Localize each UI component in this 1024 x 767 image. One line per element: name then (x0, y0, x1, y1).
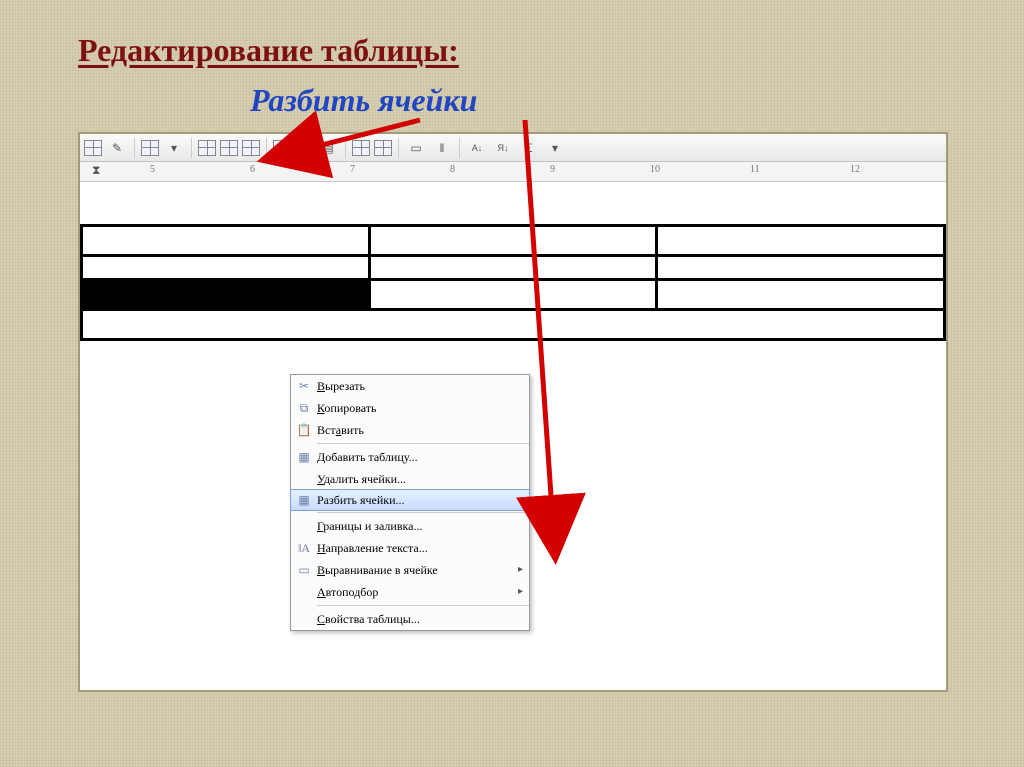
menu-item-label: Направление текста... (317, 542, 511, 554)
table-insert-icon[interactable] (220, 140, 238, 156)
table-cell (657, 256, 945, 280)
ruler-tick: 11 (750, 165, 760, 175)
menu-item-label: Границы и заливка... (317, 520, 511, 532)
align-cell-icon: ▭ (291, 564, 317, 576)
autosum-icon[interactable]: Σ (518, 137, 540, 159)
table-icon[interactable] (84, 140, 102, 156)
separator (398, 138, 399, 158)
text-dir-icon: ‖А (291, 542, 317, 554)
table-delete-icon[interactable] (242, 140, 260, 156)
menu-item[interactable]: ⧉Копировать (291, 397, 529, 419)
distribute-cols-icon[interactable] (374, 140, 392, 156)
ruler-tick: 12 (850, 165, 860, 175)
table-cell (369, 280, 657, 310)
table-cell (82, 256, 370, 280)
align-cell-icon[interactable]: ▭ (405, 137, 427, 159)
separator (191, 138, 192, 158)
menu-item-label: Вырезать (317, 380, 511, 392)
horizontal-ruler: ⧗ 5 6 7 8 9 10 11 12 (80, 162, 946, 182)
table-cell (369, 226, 657, 256)
ruler-tick: 8 (450, 165, 455, 175)
menu-item[interactable]: ▭Выравнивание в ячейке (291, 559, 529, 581)
cut-icon: ✂ (291, 380, 317, 392)
ruler-tick: 6 (250, 165, 255, 175)
menu-item-label: Автоподбор (317, 586, 511, 598)
menu-item[interactable]: Свойства таблицы... (291, 608, 529, 630)
border-icon[interactable] (141, 140, 159, 156)
menu-separator (317, 512, 529, 513)
line-style-icon[interactable]: ▾ (163, 137, 185, 159)
slide-title: Редактирование таблицы: (78, 34, 459, 66)
ruler-tick: 5 (150, 165, 155, 175)
menu-item[interactable]: ▦Добавить таблицу... (291, 446, 529, 468)
menu-item-label: Копировать (317, 402, 511, 414)
copy-icon: ⧉ (291, 402, 317, 414)
menu-item[interactable]: Удалить ячейки... (291, 468, 529, 490)
split-table-icon[interactable]: ▤ (317, 137, 339, 159)
paste-icon: 📋 (291, 424, 317, 436)
table-cell (657, 226, 945, 256)
table-cell (82, 226, 370, 256)
selected-cell[interactable] (82, 280, 370, 310)
sort-az-icon[interactable]: А↓ (466, 137, 488, 159)
menu-item[interactable]: 📋Вставить (291, 419, 529, 441)
tables-toolbar: ✎ ▾ ▤ ▭ ‖ А↓ Я↓ Σ ▾ (80, 134, 946, 162)
slide-subtitle: Разбить ячейки (250, 84, 477, 116)
menu-item-label: Свойства таблицы... (317, 613, 511, 625)
text-dir-icon[interactable]: ‖ (431, 137, 453, 159)
merge-cells-icon[interactable] (273, 140, 291, 156)
hourglass-icon: ⧗ (92, 164, 100, 176)
menu-item-label: Добавить таблицу... (317, 451, 511, 463)
split-cells-icon: ▦ (291, 494, 317, 506)
menu-item[interactable]: Границы и заливка... (291, 515, 529, 537)
menu-item-label: Выравнивание в ячейке (317, 564, 511, 576)
menu-item[interactable]: ‖АНаправление текста... (291, 537, 529, 559)
menu-item[interactable]: ▦Разбить ячейки... (290, 489, 530, 511)
table-cell (82, 310, 945, 340)
context-menu: ✂Вырезать⧉Копировать📋Вставить▦Добавить т… (290, 374, 530, 631)
ruler-tick: 10 (650, 165, 660, 175)
table-insert-icon: ▦ (291, 451, 317, 463)
sample-table (80, 224, 946, 341)
menu-item-label: Разбить ячейки... (317, 494, 511, 506)
toolbar-overflow-icon[interactable]: ▾ (544, 137, 566, 159)
ruler-tick: 9 (550, 165, 555, 175)
sort-za-icon[interactable]: Я↓ (492, 137, 514, 159)
table-cell (369, 256, 657, 280)
split-cells-icon[interactable] (295, 140, 313, 156)
table-grid-icon[interactable] (198, 140, 216, 156)
menu-item[interactable]: Автоподбор (291, 581, 529, 603)
menu-separator (317, 605, 529, 606)
table-cell (657, 280, 945, 310)
eraser-icon[interactable]: ✎ (106, 137, 128, 159)
menu-item[interactable]: ✂Вырезать (291, 375, 529, 397)
menu-item-label: Удалить ячейки... (317, 473, 511, 485)
distribute-rows-icon[interactable] (352, 140, 370, 156)
menu-separator (317, 443, 529, 444)
separator (345, 138, 346, 158)
ruler-tick: 7 (350, 165, 355, 175)
separator (266, 138, 267, 158)
separator (134, 138, 135, 158)
separator (459, 138, 460, 158)
menu-item-label: Вставить (317, 424, 511, 436)
